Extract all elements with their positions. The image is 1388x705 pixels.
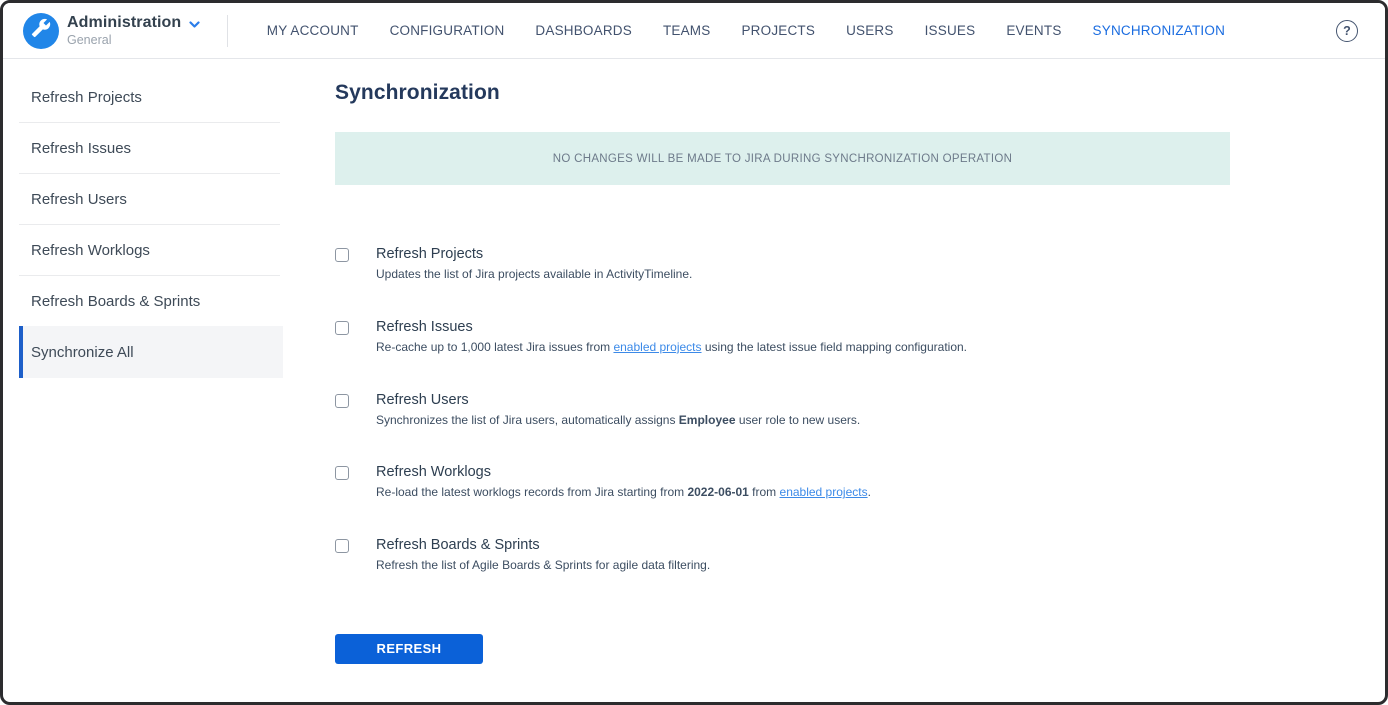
app-subtitle: General bbox=[67, 34, 200, 48]
option-description: Synchronizes the list of Jira users, aut… bbox=[376, 412, 860, 429]
enabled-projects-link[interactable]: enabled projects bbox=[780, 485, 868, 499]
description-bold-text: Employee bbox=[679, 413, 736, 427]
option-description: Refresh the list of Agile Boards & Sprin… bbox=[376, 557, 710, 574]
app-title-block[interactable]: Administration General bbox=[67, 13, 200, 48]
info-banner: NO CHANGES WILL BE MADE TO JIRA DURING S… bbox=[335, 132, 1230, 185]
description-text: using the latest issue field mapping con… bbox=[702, 340, 968, 354]
description-text: Updates the list of Jira projects availa… bbox=[376, 267, 692, 281]
sidebar-item-refresh-projects[interactable]: Refresh Projects bbox=[3, 72, 283, 122]
chevron-down-icon bbox=[189, 16, 200, 34]
header-divider bbox=[227, 15, 228, 47]
refresh-worklogs-checkbox[interactable] bbox=[335, 466, 349, 480]
info-banner-text: NO CHANGES WILL BE MADE TO JIRA DURING S… bbox=[553, 153, 1012, 165]
option-description: Re-cache up to 1,000 latest Jira issues … bbox=[376, 339, 967, 356]
nav-item-configuration[interactable]: CONFIGURATION bbox=[374, 13, 520, 48]
option-text-column: Refresh Projects Updates the list of Jira… bbox=[376, 246, 692, 283]
option-row-refresh-issues: Refresh Issues Re-cache up to 1,000 lates… bbox=[335, 319, 1385, 356]
app-title: Administration bbox=[67, 14, 181, 32]
nav-item-my-account[interactable]: MY ACCOUNT bbox=[251, 13, 374, 48]
option-text-column: Refresh Boards & Sprints Refresh the list… bbox=[376, 537, 710, 574]
nav-item-teams[interactable]: TEAMS bbox=[647, 13, 726, 48]
top-nav: MY ACCOUNTCONFIGURATIONDASHBOARDSTEAMSPR… bbox=[251, 13, 1240, 48]
option-label: Refresh Users bbox=[376, 392, 860, 408]
description-text: Re-cache up to 1,000 latest Jira issues … bbox=[376, 340, 613, 354]
description-bold-text: 2022-06-01 bbox=[687, 485, 748, 499]
wrench-icon bbox=[31, 18, 51, 43]
description-text: Re-load the latest worklogs records from… bbox=[376, 485, 687, 499]
refresh-issues-checkbox[interactable] bbox=[335, 321, 349, 335]
nav-item-synchronization[interactable]: SYNCHRONIZATION bbox=[1077, 13, 1241, 48]
nav-item-users[interactable]: USERS bbox=[831, 13, 910, 48]
description-text: Synchronizes the list of Jira users, aut… bbox=[376, 413, 679, 427]
page-title: Synchronization bbox=[335, 81, 1385, 105]
description-text: Refresh the list of Agile Boards & Sprin… bbox=[376, 558, 710, 572]
option-description: Re-load the latest worklogs records from… bbox=[376, 484, 871, 501]
refresh-users-checkbox[interactable] bbox=[335, 394, 349, 408]
option-text-column: Refresh Issues Re-cache up to 1,000 lates… bbox=[376, 319, 967, 356]
description-text: user role to new users. bbox=[736, 413, 861, 427]
main-content: Synchronization NO CHANGES WILL BE MADE … bbox=[283, 59, 1385, 702]
option-label: Refresh Boards & Sprints bbox=[376, 537, 710, 553]
checkbox-column bbox=[335, 464, 376, 501]
nav-item-events[interactable]: EVENTS bbox=[991, 13, 1077, 48]
nav-item-dashboards[interactable]: DASHBOARDS bbox=[520, 13, 648, 48]
question-mark-icon: ? bbox=[1343, 24, 1351, 38]
checkbox-column bbox=[335, 537, 376, 574]
help-button[interactable]: ? bbox=[1336, 20, 1358, 42]
sidebar-item-refresh-issues[interactable]: Refresh Issues bbox=[3, 123, 283, 173]
checkbox-column bbox=[335, 392, 376, 429]
option-label: Refresh Issues bbox=[376, 319, 967, 335]
option-row-refresh-boards-sprints: Refresh Boards & Sprints Refresh the list… bbox=[335, 537, 1385, 574]
page-body: Refresh ProjectsRefresh IssuesRefresh Us… bbox=[3, 59, 1385, 702]
app-logo[interactable] bbox=[23, 13, 59, 49]
sidebar: Refresh ProjectsRefresh IssuesRefresh Us… bbox=[3, 59, 283, 702]
sidebar-item-refresh-users[interactable]: Refresh Users bbox=[3, 174, 283, 224]
refresh-boards-sprints-checkbox[interactable] bbox=[335, 539, 349, 553]
sidebar-item-refresh-worklogs[interactable]: Refresh Worklogs bbox=[3, 225, 283, 275]
option-text-column: Refresh Users Synchronizes the list of Ji… bbox=[376, 392, 860, 429]
refresh-button[interactable]: REFRESH bbox=[335, 634, 483, 664]
option-text-column: Refresh Worklogs Re-load the latest workl… bbox=[376, 464, 871, 501]
option-row-refresh-worklogs: Refresh Worklogs Re-load the latest workl… bbox=[335, 464, 1385, 501]
option-label: Refresh Worklogs bbox=[376, 464, 871, 480]
description-text: . bbox=[868, 485, 871, 499]
top-header: Administration General MY ACCOUNTCONFIGU… bbox=[3, 3, 1385, 59]
option-row-refresh-users: Refresh Users Synchronizes the list of Ji… bbox=[335, 392, 1385, 429]
option-row-refresh-projects: Refresh Projects Updates the list of Jira… bbox=[335, 246, 1385, 283]
refresh-projects-checkbox[interactable] bbox=[335, 248, 349, 262]
checkbox-column bbox=[335, 319, 376, 356]
sidebar-item-refresh-boards-sprints[interactable]: Refresh Boards & Sprints bbox=[3, 276, 283, 326]
nav-item-issues[interactable]: ISSUES bbox=[909, 13, 991, 48]
option-description: Updates the list of Jira projects availa… bbox=[376, 266, 692, 283]
nav-item-projects[interactable]: PROJECTS bbox=[726, 13, 831, 48]
sync-options-list: Refresh Projects Updates the list of Jira… bbox=[335, 246, 1385, 574]
app-window: Administration General MY ACCOUNTCONFIGU… bbox=[0, 0, 1388, 705]
enabled-projects-link[interactable]: enabled projects bbox=[613, 340, 701, 354]
checkbox-column bbox=[335, 246, 376, 283]
sidebar-item-synchronize-all[interactable]: Synchronize All bbox=[19, 326, 283, 378]
option-label: Refresh Projects bbox=[376, 246, 692, 262]
description-text: from bbox=[749, 485, 780, 499]
